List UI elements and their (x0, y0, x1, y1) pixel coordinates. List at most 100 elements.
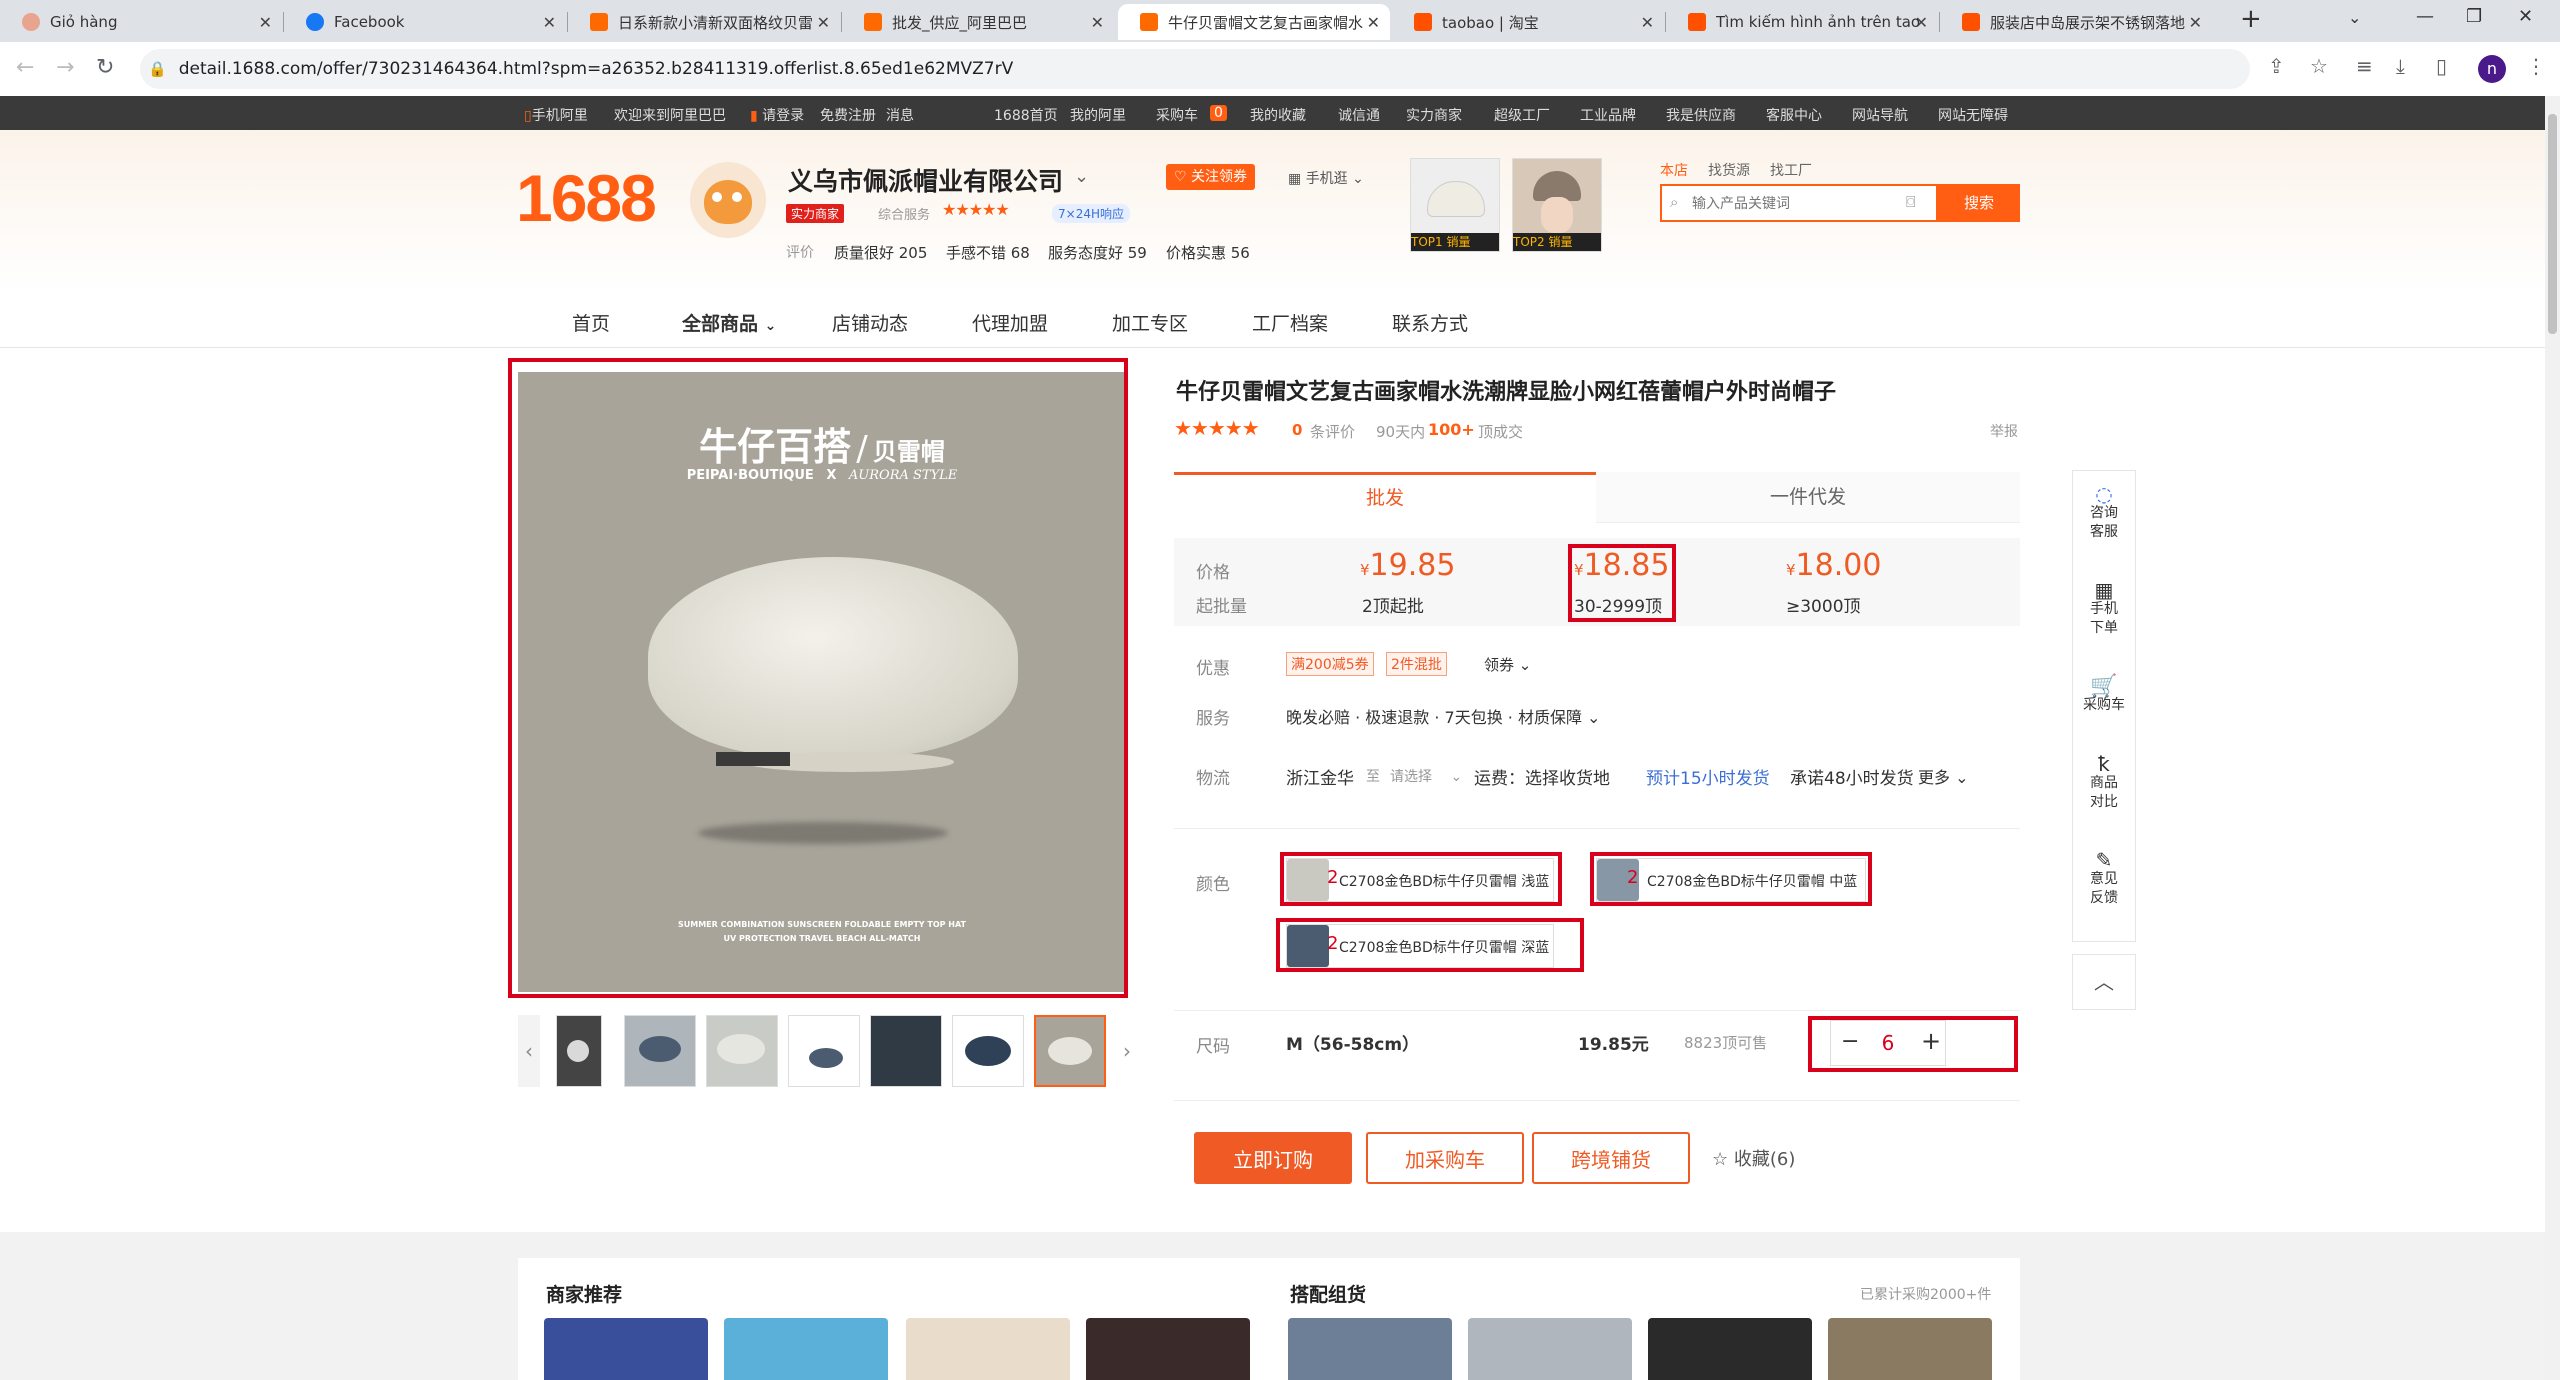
reload-icon[interactable]: ↻ (96, 55, 114, 80)
service-guarantees[interactable]: 晚发必赔 · 极速退款 · 7天包换 · 材质保障 ⌄ (1286, 704, 1600, 728)
product-thumbnail[interactable] (706, 1015, 778, 1087)
search-scope-source[interactable]: 找货源 (1708, 160, 1750, 180)
search-button[interactable]: 搜索 (1938, 184, 2020, 222)
minimize-icon[interactable]: — (2416, 6, 2434, 27)
coupon-tag[interactable]: 满200减5券 (1286, 652, 1374, 676)
link-super-factory[interactable]: 超级工厂 (1494, 105, 1550, 125)
download-icon[interactable]: ⤓ (2396, 54, 2405, 78)
close-icon[interactable]: ✕ (543, 13, 556, 32)
recommend-card[interactable] (544, 1318, 708, 1380)
scrollbar-thumb[interactable] (2548, 114, 2557, 334)
browser-tab[interactable]: 日系新款小清新双面格纹贝雷 ✕ (568, 4, 840, 40)
close-icon[interactable]: ✕ (817, 13, 830, 32)
new-tab-icon[interactable]: + (2240, 4, 2262, 34)
link-industrial-brands[interactable]: 工业品牌 (1580, 105, 1636, 125)
back-icon[interactable]: ← (16, 55, 34, 80)
shop-avatar[interactable] (690, 162, 766, 238)
bundle-card[interactable] (1468, 1318, 1632, 1380)
add-to-cart-button[interactable]: 加采购车 (1366, 1132, 1524, 1184)
top1-product-thumb[interactable]: TOP1 销量 (1410, 158, 1500, 252)
maximize-icon[interactable]: ❐ (2466, 6, 2482, 27)
recommend-card[interactable] (906, 1318, 1070, 1380)
cart-tool[interactable]: 🛒 采购车 (2073, 676, 2135, 715)
chevron-down-icon[interactable]: ⌄ (1074, 166, 1089, 187)
link-mobile[interactable]: ▯手机阿里 (524, 105, 588, 125)
back-to-top-icon[interactable]: ︿ (2072, 954, 2136, 1010)
close-icon[interactable]: ✕ (1641, 13, 1654, 32)
bundle-card[interactable] (1648, 1318, 1812, 1380)
link-accessibility[interactable]: 网站无障碍 (1938, 105, 2008, 125)
bundle-card[interactable] (1828, 1318, 1992, 1380)
nav-processing[interactable]: 加工专区 (1112, 309, 1188, 336)
follow-button[interactable]: ♡ 关注领券 (1166, 164, 1256, 190)
bookmark-star-icon[interactable]: ☆ (2310, 54, 2328, 78)
video-thumbnail[interactable] (556, 1015, 602, 1087)
browser-tab[interactable]: Tìm kiếm hình ảnh trên taob ✕ (1666, 4, 1938, 40)
customer-service-tool[interactable]: ◌ 咨询客服 (2073, 484, 2135, 542)
thumb-prev-arrow[interactable]: ‹ (518, 1015, 540, 1087)
tab-search-icon[interactable]: ⌄ (2348, 8, 2361, 27)
close-icon[interactable]: ✕ (1915, 13, 1928, 32)
product-thumbnail[interactable] (624, 1015, 696, 1087)
profile-avatar[interactable]: n (2478, 55, 2506, 83)
site-logo[interactable]: 1688 (516, 160, 657, 236)
close-icon[interactable]: ✕ (1367, 13, 1380, 32)
browser-tab[interactable]: 批发_供应_阿里巴巴 ✕ (842, 4, 1114, 40)
share-icon[interactable]: ⇪ (2268, 54, 2285, 78)
browser-tab[interactable]: Giỏ hàng ✕ (0, 4, 282, 40)
nav-agency[interactable]: 代理加盟 (972, 309, 1048, 336)
link-login[interactable]: ▮ 请登录 (750, 105, 804, 125)
compare-tool[interactable]: ꝁ 商品对比 (2073, 754, 2135, 812)
mixed-batch-tag[interactable]: 2件混批 (1386, 652, 1447, 676)
link-register[interactable]: 免费注册 (820, 105, 876, 125)
reading-list-icon[interactable]: ≡ (2356, 54, 2373, 78)
link-supplier[interactable]: 我是供应商 (1666, 105, 1736, 125)
cross-border-button[interactable]: 跨境铺货 (1532, 1132, 1690, 1184)
mobile-browse-button[interactable]: ▦ 手机逛 ⌄ (1288, 168, 1364, 188)
search-input[interactable] (1690, 190, 1874, 218)
tab-wholesale[interactable]: 批发 (1174, 472, 1596, 522)
browser-tab[interactable]: taobao | 淘宝 ✕ (1392, 4, 1664, 40)
thumb-next-arrow[interactable]: › (1116, 1015, 1138, 1087)
report-link[interactable]: 举报 (1990, 421, 2018, 441)
url-field[interactable]: 🔒 detail.1688.com/offer/730231464364.htm… (140, 49, 2250, 89)
bundle-card[interactable] (1288, 1318, 1452, 1380)
link-1688-home[interactable]: 1688首页 (994, 105, 1058, 125)
nav-shop-news[interactable]: 店铺动态 (832, 309, 908, 336)
product-thumbnail[interactable] (870, 1015, 942, 1087)
link-strong-merchants[interactable]: 实力商家 (1406, 105, 1462, 125)
mobile-order-tool[interactable]: ▦ 手机下单 (2073, 580, 2135, 638)
search-scope-factory[interactable]: 找工厂 (1770, 160, 1812, 180)
side-panel-icon[interactable]: ▯ (2436, 54, 2447, 78)
nav-contact[interactable]: 联系方式 (1392, 309, 1468, 336)
close-window-icon[interactable]: ✕ (2518, 6, 2533, 27)
search-scope-shop[interactable]: 本店 (1660, 160, 1688, 180)
page-scrollbar[interactable] (2545, 96, 2560, 1380)
review-count[interactable]: 0 (1292, 421, 1302, 439)
link-my-alibaba[interactable]: 我的阿里 (1070, 105, 1126, 125)
tab-dropship[interactable]: 一件代发 (1596, 472, 2020, 523)
destination-select[interactable]: 请选择 ⌄ (1390, 766, 1462, 786)
menu-dots-icon[interactable]: ⋮ (2526, 54, 2546, 78)
feedback-tool[interactable]: ✎ 意见反馈 (2073, 850, 2135, 908)
product-thumbnail-selected[interactable] (1034, 1015, 1106, 1087)
nav-factory-profile[interactable]: 工厂档案 (1252, 309, 1328, 336)
product-thumbnail[interactable] (952, 1015, 1024, 1087)
recommend-card[interactable] (724, 1318, 888, 1380)
more-logistics[interactable]: 更多 ⌄ (1918, 764, 1969, 788)
forward-icon[interactable]: → (56, 55, 74, 80)
nav-home[interactable]: 首页 (572, 309, 610, 336)
browser-tab[interactable]: Facebook ✕ (284, 4, 566, 40)
link-cart[interactable]: 采购车 (1156, 105, 1198, 125)
product-thumbnail[interactable] (788, 1015, 860, 1087)
browser-tab-active[interactable]: 牛仔贝雷帽文艺复古画家帽水 ✕ (1118, 4, 1390, 40)
get-coupon-link[interactable]: 领券 ⌄ (1484, 654, 1531, 675)
link-messages[interactable]: 消息 (886, 105, 914, 125)
shipping-fee[interactable]: 运费：选择收货地 (1474, 764, 1610, 789)
shop-name[interactable]: 义乌市佩派帽业有限公司 (788, 162, 1063, 198)
recommend-card[interactable] (1086, 1318, 1250, 1380)
camera-icon[interactable]: ⌼ (1906, 192, 1916, 212)
link-site-nav[interactable]: 网站导航 (1852, 105, 1908, 125)
top2-product-thumb[interactable]: TOP2 销量 (1512, 158, 1602, 252)
link-chengxintong[interactable]: 诚信通 (1338, 105, 1380, 125)
